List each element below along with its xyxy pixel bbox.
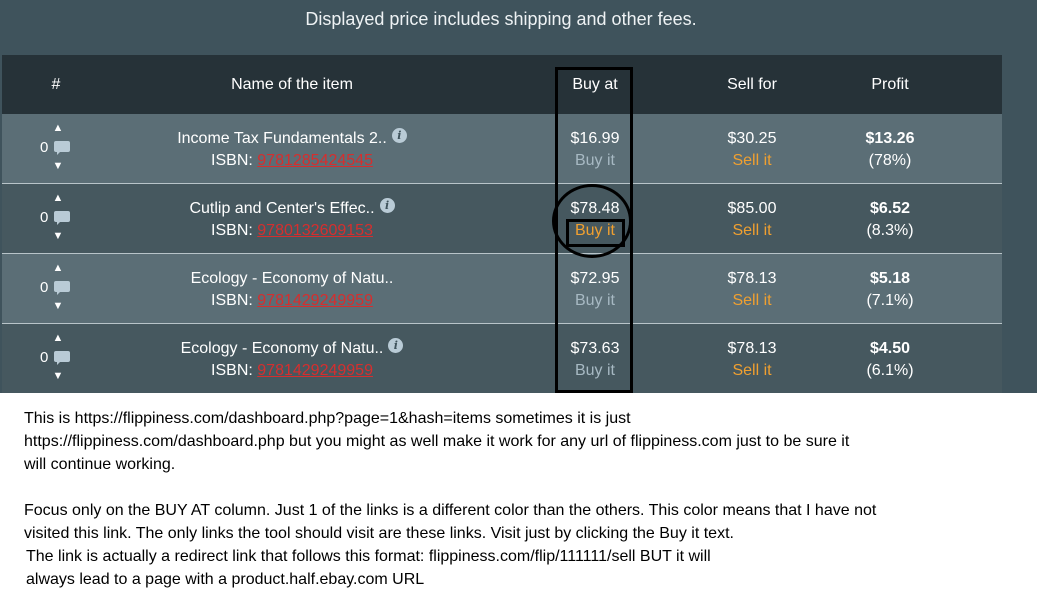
item-title[interactable]: Cutlip and Center's Effec.. xyxy=(189,200,374,217)
arrow-up-icon[interactable]: ▲ xyxy=(52,332,64,344)
sell-it-link[interactable]: Sell it xyxy=(732,152,771,169)
profit-percent: (6.1%) xyxy=(866,362,914,379)
item-title[interactable]: Ecology - Economy of Natu.. xyxy=(181,340,384,357)
table-row: ▲ 0 ▼ Ecology - Economy of Natu.. i ISBN:… xyxy=(2,324,1002,393)
item-name-cell: Ecology - Economy of Natu.. i ISBN: 97814… xyxy=(172,338,412,382)
profit-value: $4.50 xyxy=(869,340,911,357)
sell-price: $78.13 xyxy=(727,270,777,287)
note-line: Focus only on the BUY AT column. Just 1 … xyxy=(24,502,877,519)
sell-for-cell: $78.13 Sell it xyxy=(702,268,802,312)
profit-cell: $6.52 (8.3%) xyxy=(835,198,945,242)
unvisited-link-box-annotation xyxy=(566,219,625,247)
vote-count: 0 xyxy=(40,139,49,156)
sell-for-cell: $85.00 Sell it xyxy=(702,198,802,242)
info-icon[interactable]: i xyxy=(388,338,404,353)
isbn-link[interactable]: 9781429249959 xyxy=(257,292,373,309)
table-row: ▲ 0 ▼ Ecology - Economy of Natu.. ISBN: … xyxy=(2,254,1002,323)
header-name: Name of the item xyxy=(231,76,353,93)
item-name-cell: Income Tax Fundamentals 2.. i ISBN: 97812… xyxy=(172,128,412,172)
sell-it-link[interactable]: Sell it xyxy=(732,222,771,239)
table-header: # Name of the item Buy at Sell for Profi… xyxy=(2,55,1002,114)
arrow-down-icon[interactable]: ▼ xyxy=(52,300,64,312)
note-line: always lead to a page with a product.hal… xyxy=(26,571,425,588)
profit-value: $5.18 xyxy=(869,270,911,287)
item-title[interactable]: Ecology - Economy of Natu.. xyxy=(191,270,394,287)
profit-value: $6.52 xyxy=(869,200,911,217)
profit-cell: $4.50 (6.1%) xyxy=(835,338,945,382)
vote-widget: ▲ 0 ▼ xyxy=(40,332,72,386)
arrow-up-icon[interactable]: ▲ xyxy=(52,122,64,134)
comment-icon[interactable] xyxy=(54,141,70,155)
vote-count: 0 xyxy=(40,209,49,226)
vote-count: 0 xyxy=(40,349,49,366)
isbn-link[interactable]: 9781429249959 xyxy=(257,362,373,379)
profit-value: $13.26 xyxy=(865,130,915,147)
table-row: ▲ 0 ▼ Cutlip and Center's Effec.. i ISBN:… xyxy=(2,184,1002,253)
vote-widget: ▲ 0 ▼ xyxy=(40,262,72,316)
sell-price: $78.13 xyxy=(727,340,777,357)
header-sell-for: Sell for xyxy=(727,76,777,93)
vote-widget: ▲ 0 ▼ xyxy=(40,192,72,246)
profit-percent: (7.1%) xyxy=(866,292,914,309)
profit-cell: $5.18 (7.1%) xyxy=(835,268,945,312)
isbn-link[interactable]: 9781285424545 xyxy=(257,152,373,169)
note-line: The link is actually a redirect link tha… xyxy=(26,548,711,565)
vote-widget: ▲ 0 ▼ xyxy=(40,122,72,176)
note-line: will continue working. xyxy=(24,456,176,473)
item-title[interactable]: Income Tax Fundamentals 2.. xyxy=(177,130,387,147)
item-name-cell: Ecology - Economy of Natu.. ISBN: 978142… xyxy=(172,268,412,312)
instruction-notes: This is https://flippiness.com/dashboard… xyxy=(24,407,1014,591)
comment-icon[interactable] xyxy=(54,351,70,365)
arrow-down-icon[interactable]: ▼ xyxy=(52,160,64,172)
arrow-up-icon[interactable]: ▲ xyxy=(52,262,64,274)
sell-it-link[interactable]: Sell it xyxy=(732,362,771,379)
note-line: This is https://flippiness.com/dashboard… xyxy=(24,410,631,427)
price-notice: Displayed price includes shipping and ot… xyxy=(305,9,697,29)
profit-percent: (78%) xyxy=(868,152,912,169)
vote-count: 0 xyxy=(40,279,49,296)
profit-percent: (8.3%) xyxy=(866,222,914,239)
arrow-up-icon[interactable]: ▲ xyxy=(52,192,64,204)
sell-it-link[interactable]: Sell it xyxy=(732,292,771,309)
header-num: # xyxy=(51,76,61,93)
isbn-label: ISBN: xyxy=(211,152,253,169)
sell-price: $30.25 xyxy=(727,130,777,147)
comment-icon[interactable] xyxy=(54,211,70,225)
info-icon[interactable]: i xyxy=(379,198,395,213)
comment-icon[interactable] xyxy=(54,281,70,295)
sell-price: $85.00 xyxy=(727,200,777,217)
table-row: ▲ 0 ▼ Income Tax Fundamentals 2.. i ISBN:… xyxy=(2,114,1002,183)
arrow-down-icon[interactable]: ▼ xyxy=(52,370,64,382)
profit-cell: $13.26 (78%) xyxy=(835,128,945,172)
item-name-cell: Cutlip and Center's Effec.. i ISBN: 97801… xyxy=(172,198,412,242)
note-line: https://flippiness.com/dashboard.php but… xyxy=(24,433,850,450)
isbn-label: ISBN: xyxy=(211,362,253,379)
info-icon[interactable]: i xyxy=(391,128,407,143)
sell-for-cell: $30.25 Sell it xyxy=(702,128,802,172)
sell-for-cell: $78.13 Sell it xyxy=(702,338,802,382)
header-profit: Profit xyxy=(871,76,909,93)
isbn-label: ISBN: xyxy=(211,292,253,309)
isbn-link[interactable]: 9780132609153 xyxy=(257,222,373,239)
isbn-label: ISBN: xyxy=(211,222,253,239)
arrow-down-icon[interactable]: ▼ xyxy=(52,230,64,242)
dashboard-screenshot: Displayed price includes shipping and ot… xyxy=(0,0,1037,393)
note-line: visited this link. The only links the to… xyxy=(24,525,734,542)
